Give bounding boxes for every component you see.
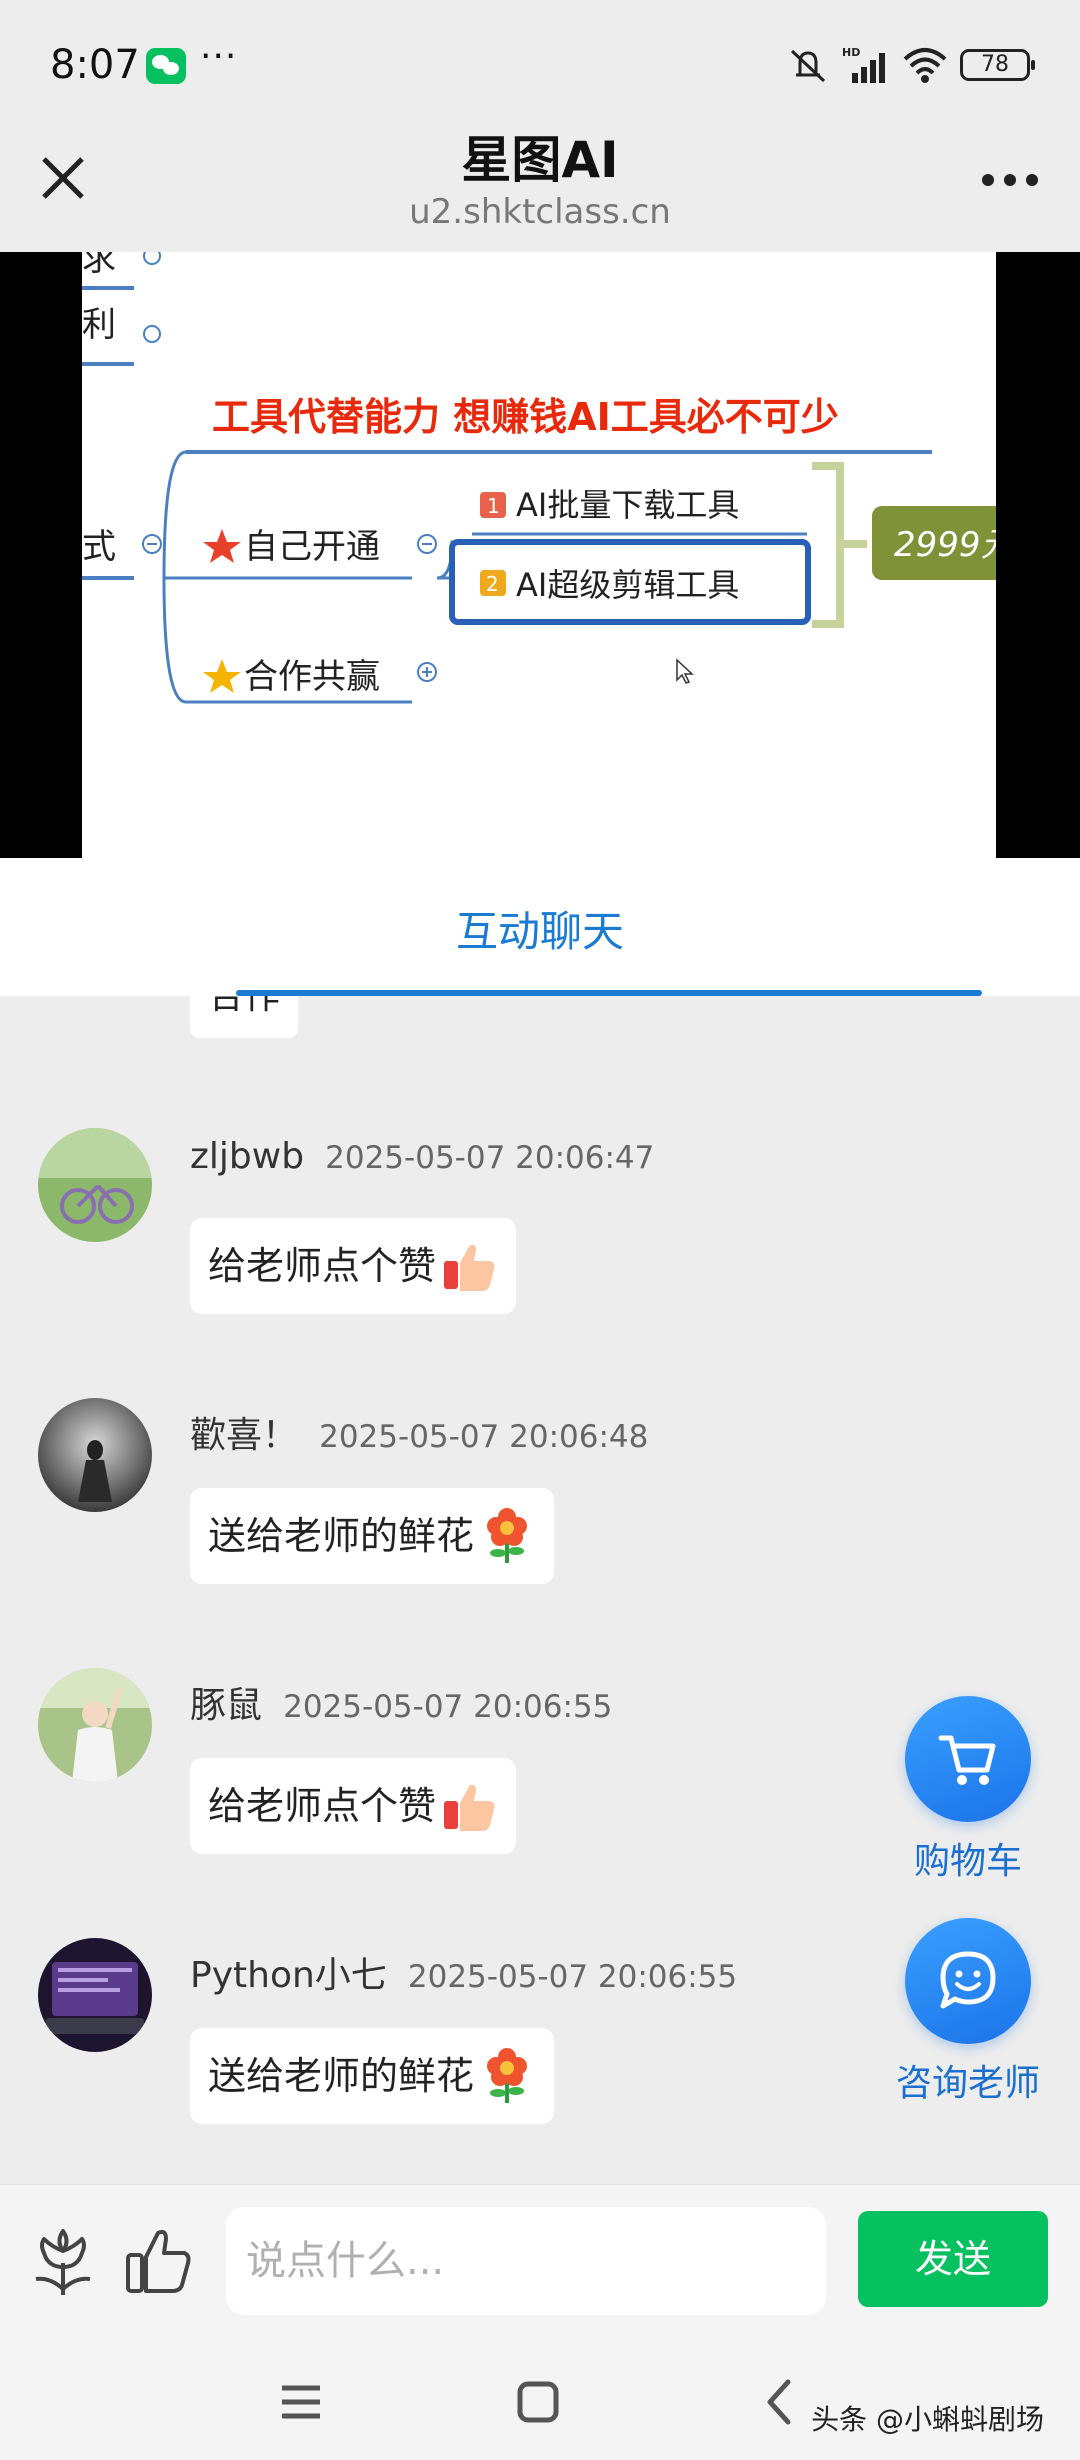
- thumbs-up-icon: [444, 1784, 495, 1831]
- avatar[interactable]: [38, 1668, 152, 1782]
- message-timestamp: 2025-05-07 20:06:55: [283, 1689, 613, 1725]
- battery-indicator: 78: [960, 49, 1035, 81]
- consult-teacher-label: 咨询老师: [895, 2063, 1040, 2104]
- status-icons: HD 78: [786, 44, 1035, 86]
- avatar[interactable]: [38, 1938, 152, 2052]
- like-icon[interactable]: [124, 2225, 194, 2297]
- chat-bubble: 送给老师的鲜花: [190, 2028, 555, 2124]
- flower-icon: [487, 1508, 528, 1563]
- tool1-number: 1: [487, 494, 500, 518]
- shopping-cart-icon: [938, 1735, 996, 1785]
- left-item-1: 求: [82, 252, 116, 279]
- slide-headline: 工具代替能力 想赚钱AI工具必不可少: [212, 395, 839, 439]
- branch-coop: 合作共赢: [244, 657, 380, 697]
- consult-fab[interactable]: [905, 1918, 1031, 2044]
- mute-icon: [790, 49, 826, 83]
- message-meta: zljbwb 2025-05-07 20:06:47: [190, 1136, 654, 1177]
- slide-mindmap: 求 利 工具代替能力 想赚钱AI工具必不可少 式 自己开通 1 AI批量下载工具…: [82, 252, 996, 858]
- page-title: 星图AI: [461, 131, 619, 189]
- chat-bubble: 给老师点个赞: [190, 1758, 517, 1854]
- message-input[interactable]: [226, 2207, 826, 2315]
- cart-fab[interactable]: [905, 1696, 1031, 1822]
- menu-icon[interactable]: [266, 2372, 336, 2432]
- title-bar: 星图AI u2.shktclass.cn: [0, 110, 1080, 250]
- more-options-icon[interactable]: [970, 150, 1050, 210]
- chat-input-bar: 发送: [0, 2184, 1080, 2344]
- chat-bubble: 合作: [190, 996, 299, 1038]
- home-icon[interactable]: [503, 2372, 573, 2432]
- cart-button[interactable]: 购物车: [868, 1696, 1068, 1884]
- mouse-cursor-icon: [676, 658, 694, 684]
- status-time: 8:07: [50, 42, 140, 88]
- message-text: 送给老师的鲜花: [208, 1514, 475, 1558]
- more-notifications-icon: ···: [200, 36, 238, 77]
- wechat-notification-icon: [146, 48, 186, 84]
- message-username: Python小七: [190, 1955, 387, 1996]
- avatar[interactable]: [38, 1398, 152, 1512]
- signal-icon: HD: [842, 46, 885, 83]
- chat-bubble: 给老师点个赞: [190, 1218, 517, 1314]
- price-tag: 2999元: [894, 525, 996, 565]
- back-icon[interactable]: [744, 2372, 814, 2432]
- message-timestamp: 2025-05-07 20:06:48: [319, 1419, 649, 1455]
- thumbs-up-icon: [444, 1244, 495, 1291]
- tool1-label: AI批量下载工具: [516, 486, 739, 524]
- avatar[interactable]: [38, 1128, 152, 1242]
- left-item-2: 利: [82, 305, 116, 345]
- message-meta: 豚鼠 2025-05-07 20:06:55: [190, 1676, 612, 1728]
- send-flower-icon[interactable]: [30, 2227, 96, 2299]
- message-username: zljbwb: [190, 1136, 305, 1177]
- system-nav-bar: 头条 @小蝌蚪剧场: [0, 2344, 1080, 2460]
- message-username: 豚鼠: [190, 1685, 263, 1726]
- message-text: 给老师点个赞: [208, 1244, 437, 1288]
- message-timestamp: 2025-05-07 20:06:55: [407, 1959, 738, 1995]
- tab-bar: 互动聊天: [0, 858, 1080, 996]
- tool2-label: AI超级剪辑工具: [516, 566, 739, 604]
- flower-icon: [487, 2048, 528, 2103]
- consult-teacher-button[interactable]: 咨询老师: [868, 1918, 1068, 2106]
- tab-interactive-chat[interactable]: 互动聊天: [0, 898, 1080, 959]
- live-video-player[interactable]: 求 利 工具代替能力 想赚钱AI工具必不可少 式 自己开通 1 AI批量下载工具…: [0, 252, 1080, 858]
- left-item-3: 式: [82, 527, 116, 567]
- tool2-number: 2: [486, 572, 499, 596]
- cart-label: 购物车: [913, 1841, 1022, 1882]
- wifi-icon: [903, 48, 947, 83]
- message-text: 给老师点个赞: [208, 1784, 437, 1828]
- message-timestamp: 2025-05-07 20:06:47: [325, 1140, 655, 1176]
- watermark: 头条 @小蝌蚪剧场: [811, 2403, 1044, 2436]
- network-type-label: HD: [842, 46, 860, 59]
- message-meta: 歡喜！ 2025-05-07 20:06:48: [190, 1406, 648, 1458]
- chat-smile-icon: [940, 1951, 996, 2009]
- chat-bubble: 送给老师的鲜花: [190, 1488, 555, 1584]
- send-button[interactable]: 发送: [858, 2211, 1048, 2307]
- branch-own: 自己开通: [244, 527, 380, 567]
- message-username: 歡喜！: [190, 1415, 299, 1456]
- page-url: u2.shktclass.cn: [409, 192, 671, 232]
- message-text: 送给老师的鲜花: [208, 2054, 475, 2098]
- mindmap-graphic: 求 利 工具代替能力 想赚钱AI工具必不可少 式 自己开通 1 AI批量下载工具…: [82, 252, 996, 704]
- message-meta: Python小七 2025-05-07 20:06:55: [190, 1946, 737, 1998]
